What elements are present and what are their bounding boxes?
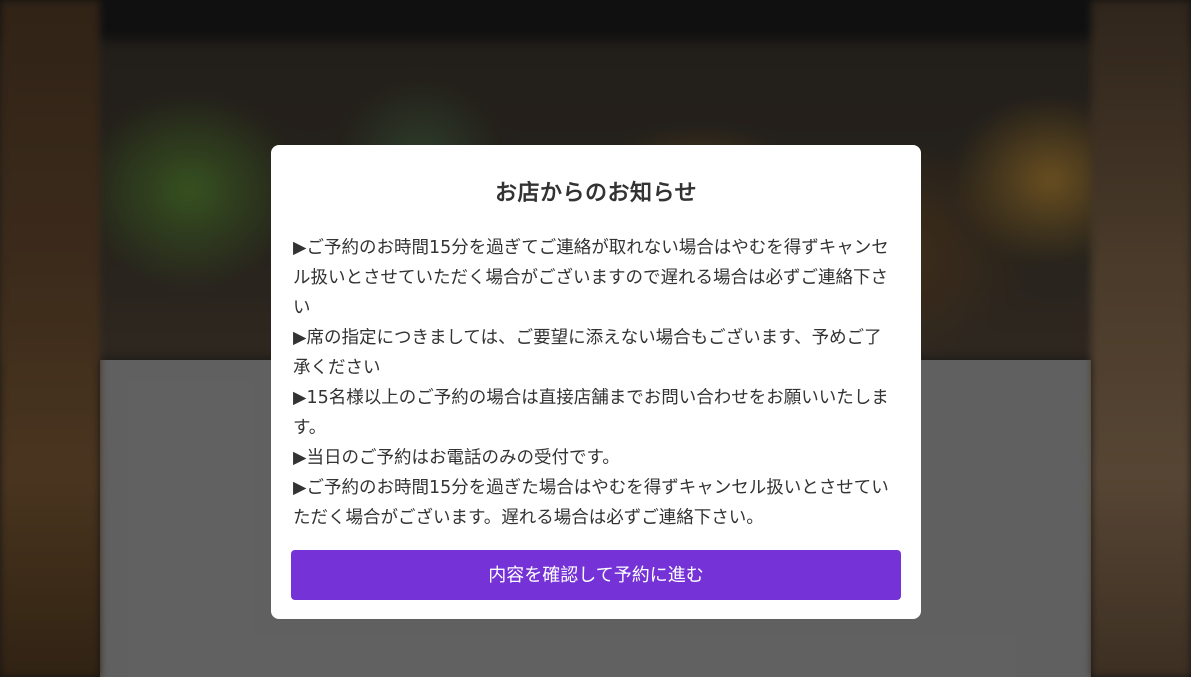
notice-line: ▶当日のご予約はお電話のみの受付です。	[293, 448, 620, 468]
notice-line: ▶ご予約のお時間15分を過ぎてご連絡が取れない場合はやむを得ずキャンセル扱いとさ…	[293, 238, 889, 318]
page: お店からのお知らせ ▶ご予約のお時間15分を過ぎてご連絡が取れない場合はやむを得…	[0, 0, 1191, 677]
notice-body: ▶ご予約のお時間15分を過ぎてご連絡が取れない場合はやむを得ずキャンセル扱いとさ…	[291, 233, 901, 528]
notice-line: ▶15名様以上のご予約の場合は直接店舗までお問い合わせをお願いいたします。	[293, 388, 889, 438]
notice-modal: お店からのお知らせ ▶ご予約のお時間15分を過ぎてご連絡が取れない場合はやむを得…	[271, 145, 921, 619]
notice-line: ▶席の指定につきましては、ご要望に添えない場合もございます、予めご了承ください	[293, 328, 882, 378]
notice-line: ▶ご予約のお時間15分を過ぎた場合はやむを得ずキャンセル扱いとさせていただく場合…	[293, 478, 889, 528]
modal-title: お店からのお知らせ	[494, 181, 698, 206]
confirm-and-proceed-button[interactable]: 内容を確認して予約に進む	[291, 550, 901, 600]
